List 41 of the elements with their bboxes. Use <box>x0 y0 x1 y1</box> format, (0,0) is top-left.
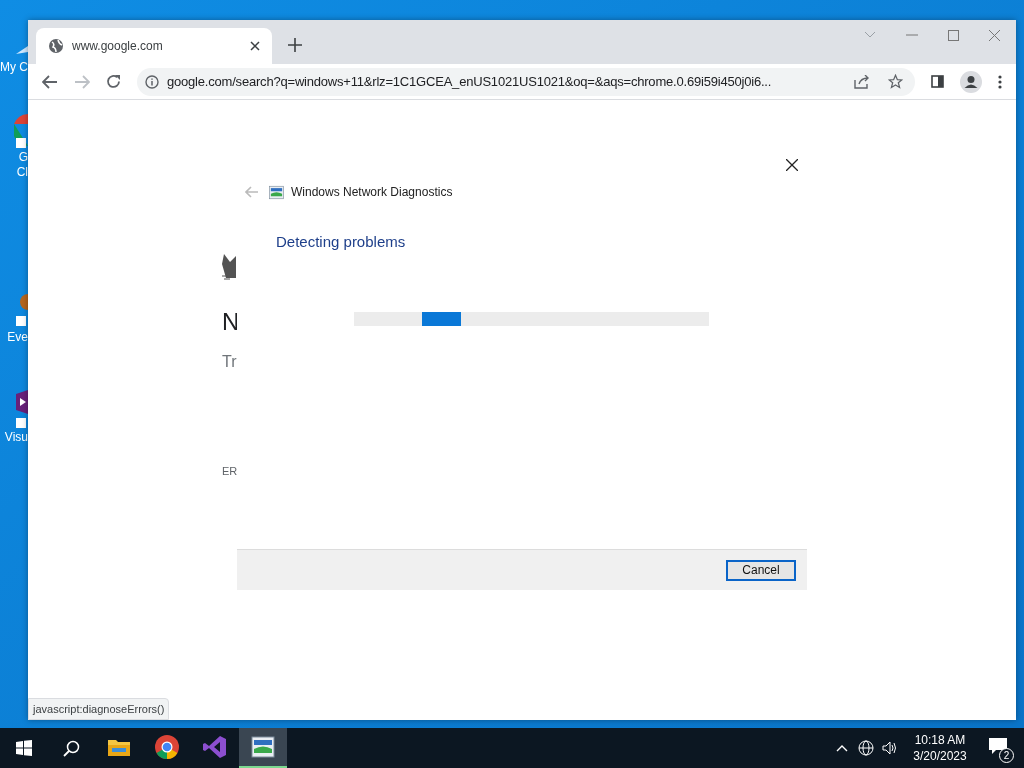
info-icon <box>145 74 159 89</box>
desktop-icon-label[interactable]: Cl <box>16 165 28 180</box>
address-bar[interactable]: google.com/search?q=windows+11&rlz=1C1GCEA_enUS1021US1021&oq=&aqs=chrome.0.69i59i450j0i6... <box>137 67 915 96</box>
close-icon[interactable] <box>250 41 260 51</box>
browser-tab[interactable]: www.google.com <box>36 28 272 64</box>
side-panel-icon[interactable] <box>931 75 944 88</box>
folder-icon <box>108 738 130 756</box>
network-diagnostics-icon <box>269 184 284 200</box>
clock-date[interactable]: 3/20/2023 <box>913 748 967 764</box>
menu-icon[interactable] <box>998 74 1002 89</box>
share-icon[interactable] <box>854 74 870 89</box>
network-diagnostics-icon <box>251 735 275 759</box>
maximize-icon[interactable] <box>948 29 959 41</box>
windows-logo-icon[interactable] <box>16 740 32 756</box>
reload-icon[interactable] <box>106 74 121 89</box>
desktop-icon-label[interactable]: Visu <box>4 430 28 445</box>
close-icon[interactable] <box>786 159 798 171</box>
cancel-button[interactable]: Cancel <box>726 559 796 581</box>
page-heading: N <box>222 310 240 337</box>
back-arrow-icon[interactable] <box>42 74 58 89</box>
status-bubble: javascript:diagnoseErrors() <box>28 697 170 720</box>
profile-icon[interactable] <box>960 70 982 93</box>
new-tab-icon[interactable] <box>288 38 302 52</box>
tab-title: www.google.com <box>72 38 164 55</box>
dialog-heading: Detecting problems <box>276 232 406 252</box>
notification-count: 2 <box>999 748 1014 763</box>
error-code: ER <box>222 466 238 477</box>
desktop-icon-label[interactable]: G <box>18 150 28 165</box>
clock-time[interactable]: 10:18 AM <box>914 732 966 748</box>
dialog-title: Windows Network Diagnostics <box>291 184 453 201</box>
desktop-icon-label[interactable]: My C <box>0 60 28 75</box>
page-text: Tr <box>222 354 237 372</box>
speaker-icon[interactable] <box>882 741 898 755</box>
chevron-up-icon[interactable] <box>836 744 848 752</box>
star-icon[interactable] <box>888 74 903 89</box>
taskbar-app[interactable] <box>239 728 287 768</box>
network-globe-icon[interactable] <box>858 740 874 756</box>
search-icon[interactable] <box>63 739 80 757</box>
url-text: google.com/search?q=windows+11&rlz=1C1GCEA_enUS1021US1021&oq=&aqs=chrome.0.69i59i450j0i6... <box>167 72 773 91</box>
desktop-icon-label[interactable]: Eve <box>7 330 28 345</box>
globe-icon <box>48 38 64 54</box>
